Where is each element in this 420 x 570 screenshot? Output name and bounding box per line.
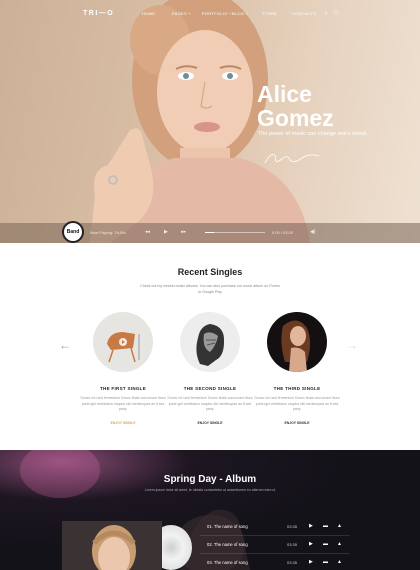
- single-cover-portrait[interactable]: [267, 312, 327, 372]
- track-name: 03. The name of song: [207, 560, 248, 565]
- play-icon[interactable]: ▶: [309, 541, 313, 547]
- search-icon[interactable]: ⌕: [325, 10, 328, 16]
- menu-item-portfolio[interactable]: PORTFOLIO +: [202, 11, 232, 16]
- band-badge-label: Band: [66, 229, 80, 235]
- hero-name-last: Gomez: [257, 105, 334, 131]
- single-description: Donec sit t sed fermentum Donec finale a…: [167, 396, 253, 411]
- track-name: 01. The name of song: [207, 524, 248, 529]
- cart-icon[interactable]: ▢: [334, 10, 339, 16]
- single-card: THE FIRST SINGLE Donec sit t sed ferment…: [78, 312, 168, 425]
- previous-icon[interactable]: ◂◂: [145, 229, 150, 235]
- video-icon[interactable]: ▬: [323, 541, 328, 547]
- progress-fill: [205, 232, 214, 233]
- singles-subtitle: Check out my newest music albums. You ca…: [140, 283, 280, 295]
- progress-bar[interactable]: [205, 232, 265, 233]
- menu-item-pages[interactable]: PAGES +: [172, 11, 202, 16]
- track-name: 02. The name of song: [207, 542, 248, 547]
- hero-section: TRI—O HOME PAGES + PORTFOLIO + BLOG + ST…: [0, 0, 420, 243]
- track-duration: 03:35: [287, 542, 298, 547]
- album-title: Spring Day - Album: [163, 474, 257, 485]
- cart-icon[interactable]: ▲: [337, 559, 342, 565]
- menu-item-blog[interactable]: BLOG +: [232, 11, 262, 16]
- hero-name: Alice Gomez: [257, 82, 334, 130]
- site-logo[interactable]: TRI—O: [83, 10, 114, 17]
- track-row[interactable]: 02. The name of song 03:35 ▶ ▬ ▲: [200, 536, 350, 554]
- play-icon[interactable]: ▶: [309, 523, 313, 529]
- hero-portrait-image: [90, 0, 310, 243]
- track-row[interactable]: 01. The name of song 03:35 ▶ ▬ ▲: [200, 518, 350, 536]
- single-card: THE SECOND SINGLE Donec sit t sed fermen…: [165, 312, 255, 425]
- now-playing-label: Now Playing: Tri-Mo: [90, 230, 126, 235]
- volume-icon[interactable]: ◀): [310, 229, 316, 235]
- menu-item-contacts[interactable]: CONTACTS: [292, 11, 322, 16]
- main-menu: HOME PAGES + PORTFOLIO + BLOG + STORE CO…: [142, 11, 322, 16]
- single-description: Donec sit t sed fermentum Donec finale a…: [254, 396, 340, 411]
- track-row[interactable]: 03. The name of song 03:35 ▶ ▬ ▲: [200, 554, 350, 570]
- single-cover-double-exposure[interactable]: [180, 312, 240, 372]
- enjoy-single-link[interactable]: ENJOY SINGLE: [165, 421, 255, 425]
- nav-icons: ⌕ ▢: [325, 10, 339, 16]
- cart-icon[interactable]: ▲: [337, 523, 342, 529]
- album-subtitle: Lorem ipsum dolor sit amet, te dictata c…: [144, 488, 276, 492]
- cart-icon[interactable]: ▲: [337, 541, 342, 547]
- single-description: Donec sit t sed fermentum Donec finale a…: [80, 396, 166, 411]
- singles-subtitle-text: Check out my newest music albums. You ca…: [140, 284, 269, 288]
- track-duration: 03:35: [287, 560, 298, 565]
- top-navigation: TRI—O HOME PAGES + PORTFOLIO + BLOG + ST…: [0, 0, 420, 28]
- play-icon[interactable]: ▶: [309, 559, 313, 565]
- single-cover-chair[interactable]: [93, 312, 153, 372]
- video-icon[interactable]: ▬: [323, 523, 328, 529]
- section-title-singles: Recent Singles: [177, 267, 243, 277]
- band-badge: Band: [62, 221, 84, 243]
- enjoy-single-link[interactable]: ENJOY SINGLE: [252, 421, 342, 425]
- single-title: THE SECOND SINGLE: [183, 386, 237, 391]
- carousel-prev-icon[interactable]: ←: [59, 338, 71, 352]
- carousel-next-icon[interactable]: →: [346, 338, 358, 352]
- video-icon[interactable]: ▬: [323, 559, 328, 565]
- menu-item-home[interactable]: HOME: [142, 11, 172, 16]
- audio-player: Band Now Playing: Tri-Mo ◂◂ ▶ ▸▸ 0:00 / …: [0, 221, 420, 243]
- single-card: THE THIRD SINGLE Donec sit t sed ferment…: [252, 312, 342, 425]
- track-duration: 03:35: [287, 524, 298, 529]
- hero-tagline: The power of music can change one's mood…: [258, 131, 368, 137]
- single-title: THE FIRST SINGLE: [99, 386, 147, 391]
- play-icon[interactable]: ▶: [164, 229, 168, 235]
- next-icon[interactable]: ▸▸: [181, 229, 186, 235]
- hero-name-first: Alice: [257, 81, 312, 107]
- album-cover-image: [62, 521, 162, 570]
- single-title: THE THIRD SINGLE: [273, 386, 321, 391]
- signature-image: [264, 154, 320, 164]
- enjoy-single-link[interactable]: ENJOY SINGLE: [78, 421, 168, 425]
- playback-time: 0:00 / 03:20: [272, 230, 294, 235]
- menu-item-store[interactable]: STORE: [262, 11, 292, 16]
